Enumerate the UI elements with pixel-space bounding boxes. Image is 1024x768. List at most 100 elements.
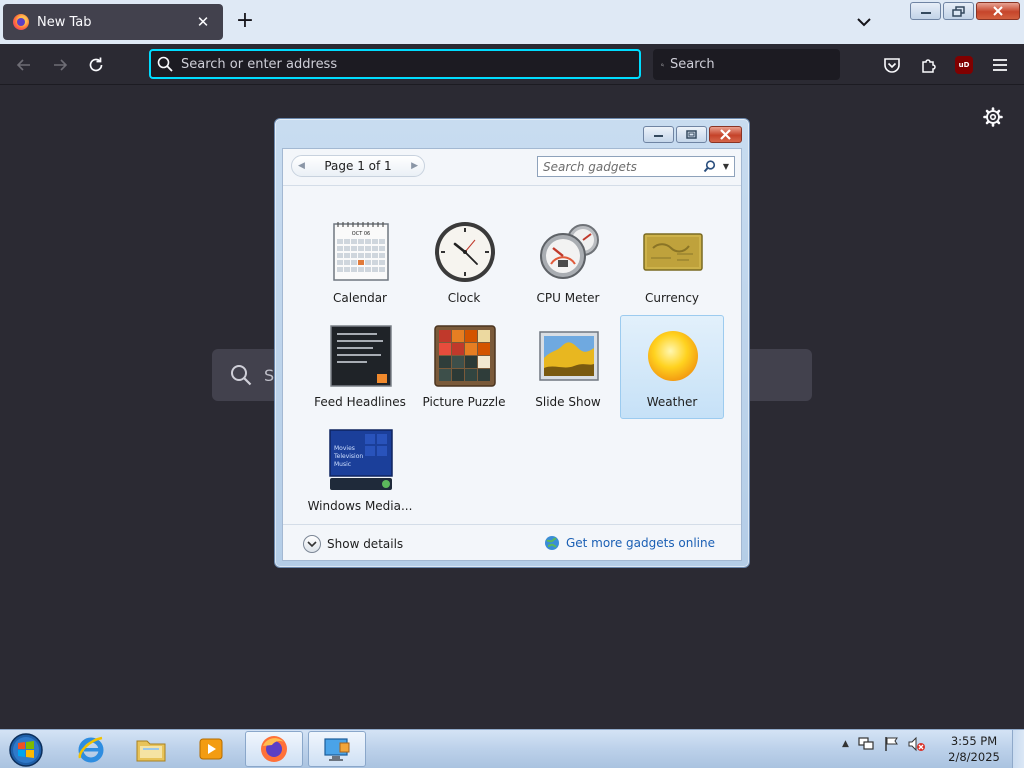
gadget-slide-show[interactable]: Slide Show bbox=[516, 315, 620, 419]
show-hidden-icons-button[interactable]: ▲ bbox=[842, 739, 849, 749]
customize-new-tab-button[interactable] bbox=[982, 106, 1004, 128]
media-line-0: Movies bbox=[334, 445, 355, 452]
gadget-cpu-meter[interactable]: CPU Meter bbox=[516, 211, 620, 315]
newtab-search-placeholder: S bbox=[264, 365, 275, 385]
gadget-windows-media-center[interactable]: Movies Television Music Windows Media... bbox=[308, 419, 412, 523]
close-button[interactable] bbox=[976, 2, 1020, 20]
minimize-button[interactable] bbox=[910, 2, 941, 20]
show-desktop-button[interactable] bbox=[1012, 730, 1024, 768]
gadget-label: Currency bbox=[644, 291, 700, 305]
address-bar[interactable] bbox=[149, 49, 641, 79]
hamburger-menu-icon bbox=[993, 59, 1007, 71]
pocket-button[interactable] bbox=[880, 53, 904, 77]
gadget-label: Windows Media... bbox=[307, 499, 413, 513]
gadgets-toolbar: ◀ Page 1 of 1 ▶ ▼ bbox=[283, 149, 741, 186]
reload-button[interactable] bbox=[84, 53, 108, 77]
media-player-icon bbox=[199, 738, 223, 760]
show-details-label: Show details bbox=[327, 537, 404, 551]
taskbar-desktop-gadgets[interactable] bbox=[308, 731, 366, 767]
gadgets-minimize-button[interactable] bbox=[643, 126, 674, 143]
gadget-search-input[interactable] bbox=[543, 159, 700, 174]
gadget-calendar[interactable]: OCT 06 Calendar bbox=[308, 211, 412, 315]
close-icon bbox=[720, 129, 731, 140]
currency-gadget-icon bbox=[643, 233, 703, 271]
minimize-icon bbox=[654, 135, 663, 137]
reload-icon bbox=[89, 57, 103, 72]
gadgets-restore-button[interactable] bbox=[676, 126, 707, 143]
extensions-button[interactable] bbox=[917, 53, 941, 77]
desktop-gadgets-icon bbox=[324, 738, 350, 761]
ublock-origin-button[interactable]: uD bbox=[955, 56, 973, 74]
taskbar-firefox[interactable] bbox=[245, 731, 303, 767]
gadget-clock[interactable]: Clock bbox=[412, 211, 516, 315]
media-line-1: Television bbox=[333, 453, 363, 460]
back-button[interactable] bbox=[12, 53, 36, 77]
show-details-button[interactable]: Show details bbox=[303, 535, 403, 553]
next-page-button[interactable]: ▶ bbox=[411, 161, 418, 171]
weather-gadget-icon bbox=[648, 331, 698, 381]
address-input[interactable] bbox=[181, 56, 639, 72]
arrow-left-icon bbox=[16, 59, 30, 71]
start-button[interactable] bbox=[6, 732, 46, 768]
search-input[interactable] bbox=[670, 57, 840, 72]
taskbar-internet-explorer[interactable] bbox=[62, 731, 120, 767]
arrow-right-icon bbox=[54, 59, 68, 71]
gadget-feed-headlines[interactable]: Feed Headlines bbox=[308, 315, 412, 419]
list-all-tabs-button[interactable] bbox=[852, 10, 876, 34]
taskbar-file-explorer[interactable] bbox=[122, 731, 180, 767]
firefox-tab-icon bbox=[13, 14, 29, 30]
folder-icon bbox=[136, 740, 166, 762]
gadget-currency[interactable]: Currency bbox=[620, 211, 724, 315]
windows-start-orb-icon bbox=[9, 733, 43, 767]
taskbar: ▲ 3:55 PM 2/8/2025 bbox=[0, 729, 1024, 768]
search-icon bbox=[231, 365, 252, 386]
picture-puzzle-gadget-icon bbox=[434, 325, 496, 387]
clock-date: 2/8/2025 bbox=[948, 750, 1000, 764]
system-clock[interactable]: 3:55 PM 2/8/2025 bbox=[940, 733, 1008, 765]
chevron-down-icon[interactable]: ▼ bbox=[718, 162, 734, 171]
clock-gadget-icon bbox=[435, 222, 495, 282]
new-tab-button[interactable]: + bbox=[234, 10, 256, 34]
gadget-weather[interactable]: Weather bbox=[620, 315, 724, 419]
ublock-label: uD bbox=[958, 61, 970, 69]
feed-headlines-gadget-icon bbox=[330, 325, 392, 387]
gear-icon bbox=[983, 107, 1003, 127]
tab-title: New Tab bbox=[37, 14, 92, 30]
chevron-down-icon bbox=[303, 535, 321, 553]
internet-explorer-icon bbox=[78, 736, 104, 763]
forward-button[interactable] bbox=[48, 53, 72, 77]
clock-time: 3:55 PM bbox=[950, 734, 998, 748]
windows-media-center-gadget-icon: Movies Television Music bbox=[329, 429, 393, 490]
cpu-meter-gadget-icon bbox=[540, 224, 599, 279]
restore-icon bbox=[951, 5, 965, 17]
gadget-search-box[interactable]: ▼ bbox=[537, 156, 735, 177]
tab-close-icon[interactable]: ✕ bbox=[193, 13, 213, 31]
network-icon[interactable] bbox=[857, 736, 875, 752]
gadgets-window-controls bbox=[643, 126, 742, 143]
previous-page-button[interactable]: ◀ bbox=[298, 161, 305, 171]
action-center-flag-icon[interactable] bbox=[883, 736, 899, 752]
chevron-down-icon bbox=[857, 18, 871, 27]
app-menu-button[interactable] bbox=[988, 53, 1012, 77]
volume-muted-icon[interactable] bbox=[907, 736, 925, 752]
tab-strip: New Tab ✕ + bbox=[0, 0, 1024, 44]
slide-show-gadget-icon bbox=[539, 331, 599, 381]
search-icon bbox=[157, 56, 173, 72]
get-more-gadgets-label: Get more gadgets online bbox=[565, 536, 715, 550]
gadgets-footer: Show details Get more gadgets online bbox=[283, 524, 741, 560]
gadget-label: Weather bbox=[646, 395, 698, 409]
tab-new-tab[interactable]: New Tab ✕ bbox=[3, 4, 223, 40]
restore-icon bbox=[686, 130, 697, 139]
gadgets-gallery-window: ◀ Page 1 of 1 ▶ ▼ OCT 06 bbox=[274, 118, 750, 568]
search-icon[interactable] bbox=[700, 160, 718, 173]
close-icon bbox=[993, 6, 1003, 16]
search-icon bbox=[661, 63, 664, 66]
restore-button[interactable] bbox=[943, 2, 974, 20]
globe-icon bbox=[544, 536, 559, 550]
firefox-icon bbox=[261, 736, 287, 762]
gadget-picture-puzzle[interactable]: Picture Puzzle bbox=[412, 315, 516, 419]
search-bar[interactable] bbox=[653, 49, 840, 80]
taskbar-media-player[interactable] bbox=[182, 731, 240, 767]
gadgets-close-button[interactable] bbox=[709, 126, 742, 143]
get-more-gadgets-link[interactable]: Get more gadgets online bbox=[544, 535, 715, 551]
